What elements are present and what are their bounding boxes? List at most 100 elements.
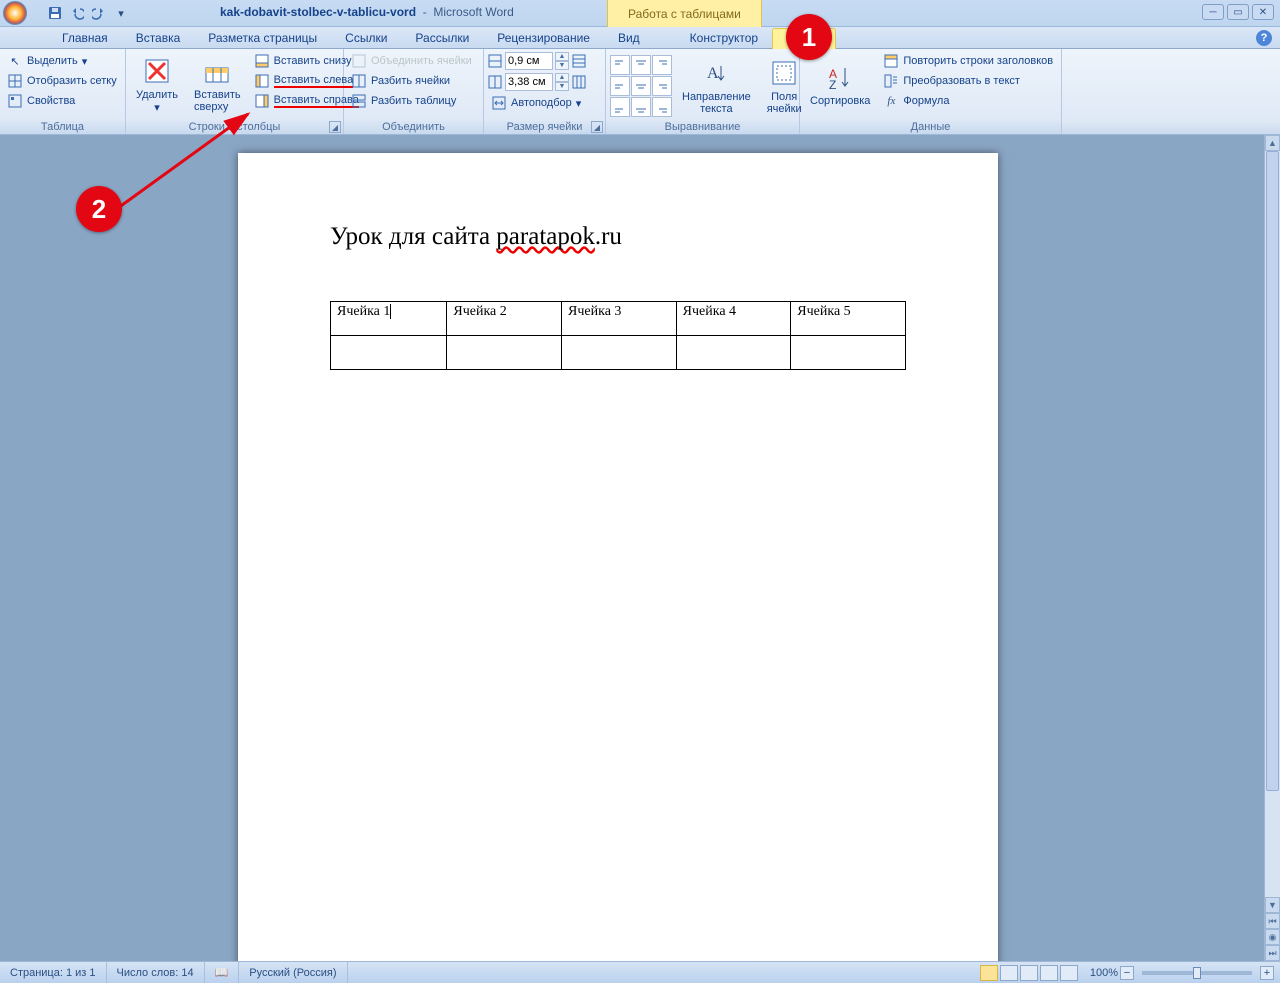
scroll-down-icon[interactable]: ▼ — [1265, 897, 1280, 913]
svg-text:A: A — [707, 65, 719, 82]
undo-icon[interactable] — [68, 4, 86, 22]
table-cell: Ячейка 5 — [791, 302, 906, 336]
convert-to-text-button[interactable]: Преобразовать в текст — [880, 71, 1056, 91]
properties-button[interactable]: Свойства — [4, 91, 120, 111]
view-gridlines-button[interactable]: Отобразить сетку — [4, 71, 120, 91]
table-cell — [331, 336, 447, 370]
close-button[interactable]: ✕ — [1252, 4, 1274, 20]
next-page-icon[interactable]: ⏭ — [1265, 945, 1280, 961]
merge-icon — [351, 53, 367, 69]
dialog-launcher-icon[interactable]: ◢ — [329, 121, 341, 133]
insert-right-icon — [254, 93, 270, 109]
tab-table-design[interactable]: Конструктор — [676, 28, 772, 48]
status-word-count[interactable]: Число слов: 14 — [107, 962, 205, 983]
minimize-button[interactable]: ─ — [1202, 4, 1224, 20]
row-height-input[interactable]: ▲▼ — [505, 51, 569, 71]
delete-button[interactable]: Удалить▾ — [130, 51, 184, 117]
view-outline-icon[interactable] — [1040, 965, 1058, 981]
align-br-icon[interactable] — [652, 97, 672, 117]
tab-review[interactable]: Рецензирование — [483, 28, 604, 48]
cell-margins-icon — [768, 57, 800, 89]
insert-left-icon — [254, 73, 270, 89]
tab-insert[interactable]: Вставка — [122, 28, 195, 48]
distribute-rows-icon[interactable] — [572, 54, 586, 68]
document-page[interactable]: Урок для сайта paratapok.ru Ячейка 1 Яче… — [238, 153, 998, 961]
vertical-scrollbar[interactable]: ▲ ▼ ⏮ ◉ ⏭ — [1264, 135, 1280, 961]
align-bc-icon[interactable] — [631, 97, 651, 117]
align-ml-icon[interactable] — [610, 76, 630, 96]
repeat-header-button[interactable]: Повторить строки заголовков — [880, 51, 1056, 71]
office-button[interactable] — [2, 0, 42, 27]
insert-above-button[interactable]: Вставить сверху — [188, 51, 247, 117]
align-mc-icon[interactable] — [631, 76, 651, 96]
text-direction-button[interactable]: A Направление текста — [676, 53, 757, 119]
table-cell: Ячейка 2 — [447, 302, 562, 336]
save-icon[interactable] — [46, 4, 64, 22]
autofit-button[interactable]: Автоподбор ▾ — [488, 93, 586, 113]
context-tab-title: Работа с таблицами — [607, 0, 762, 27]
page-heading: Урок для сайта paratapok.ru — [330, 223, 906, 251]
row-height-icon — [488, 54, 502, 68]
split-cells-button[interactable]: Разбить ячейки — [348, 71, 475, 91]
select-button[interactable]: ↖Выделить ▾ — [4, 51, 120, 71]
sort-button[interactable]: AZ Сортировка — [804, 51, 876, 117]
maximize-button[interactable]: ▭ — [1227, 4, 1249, 20]
formula-button[interactable]: fxФормула — [880, 91, 1056, 111]
browse-object-icon[interactable]: ◉ — [1265, 929, 1280, 945]
zoom-in-button[interactable]: + — [1260, 966, 1274, 980]
quick-access-toolbar: ▾ — [46, 4, 130, 22]
table-row: Ячейка 1 Ячейка 2 Ячейка 3 Ячейка 4 Ячей… — [331, 302, 906, 336]
text-direction-icon: A — [700, 57, 732, 89]
status-proofing[interactable]: 📖 — [205, 962, 240, 983]
tab-home[interactable]: Главная — [48, 28, 122, 48]
view-full-screen-icon[interactable] — [1000, 965, 1018, 981]
group-label-alignment: Выравнивание — [606, 121, 799, 134]
view-web-layout-icon[interactable] — [1020, 965, 1038, 981]
distribute-cols-icon[interactable] — [572, 75, 586, 89]
split-table-button[interactable]: Разбить таблицу — [348, 91, 475, 111]
document-area: Урок для сайта paratapok.ru Ячейка 1 Яче… — [0, 135, 1264, 961]
table-cell: Ячейка 3 — [562, 302, 677, 336]
insert-below-icon — [254, 53, 270, 69]
col-width-input[interactable]: ▲▼ — [505, 72, 569, 92]
split-cells-icon — [351, 73, 367, 89]
align-mr-icon[interactable] — [652, 76, 672, 96]
tab-references[interactable]: Ссылки — [331, 28, 401, 48]
zoom-slider[interactable] — [1142, 971, 1252, 975]
align-tl-icon[interactable] — [610, 55, 630, 75]
redo-icon[interactable] — [90, 4, 108, 22]
properties-icon — [7, 93, 23, 109]
qat-dropdown-icon[interactable]: ▾ — [112, 4, 130, 22]
prev-page-icon[interactable]: ⏮ — [1265, 913, 1280, 929]
proofing-icon: 📖 — [215, 966, 229, 979]
tab-view[interactable]: Вид — [604, 28, 654, 48]
status-page[interactable]: Страница: 1 из 1 — [0, 962, 107, 983]
zoom-out-button[interactable]: − — [1120, 966, 1134, 980]
title-bar: ▾ kak-dobavit-stolbec-v-tablicu-vord - M… — [0, 0, 1280, 27]
align-bl-icon[interactable] — [610, 97, 630, 117]
group-label-data: Данные — [800, 121, 1061, 134]
insert-above-icon — [201, 55, 233, 87]
view-print-layout-icon[interactable] — [980, 965, 998, 981]
annotation-badge-2: 2 — [76, 186, 122, 232]
help-icon[interactable]: ? — [1256, 30, 1272, 46]
grid-icon — [7, 73, 23, 89]
cursor-icon: ↖ — [7, 53, 23, 69]
tab-mailings[interactable]: Рассылки — [401, 28, 483, 48]
table-cell: Ячейка 4 — [676, 302, 791, 336]
group-label-table: Таблица — [0, 121, 125, 134]
merge-cells-button[interactable]: Объединить ячейки — [348, 51, 475, 71]
document-table[interactable]: Ячейка 1 Ячейка 2 Ячейка 3 Ячейка 4 Ячей… — [330, 301, 906, 370]
scroll-thumb[interactable] — [1266, 151, 1279, 791]
ribbon-tabs: Главная Вставка Разметка страницы Ссылки… — [0, 27, 1280, 49]
align-tr-icon[interactable] — [652, 55, 672, 75]
status-language[interactable]: Русский (Россия) — [239, 962, 347, 983]
view-draft-icon[interactable] — [1060, 965, 1078, 981]
tab-page-layout[interactable]: Разметка страницы — [194, 28, 331, 48]
group-label-merge: Объединить — [344, 121, 483, 134]
align-tc-icon[interactable] — [631, 55, 651, 75]
alignment-grid[interactable] — [610, 55, 672, 117]
scroll-up-icon[interactable]: ▲ — [1265, 135, 1280, 151]
dialog-launcher-icon[interactable]: ◢ — [591, 121, 603, 133]
zoom-level[interactable]: 100% — [1090, 967, 1118, 979]
